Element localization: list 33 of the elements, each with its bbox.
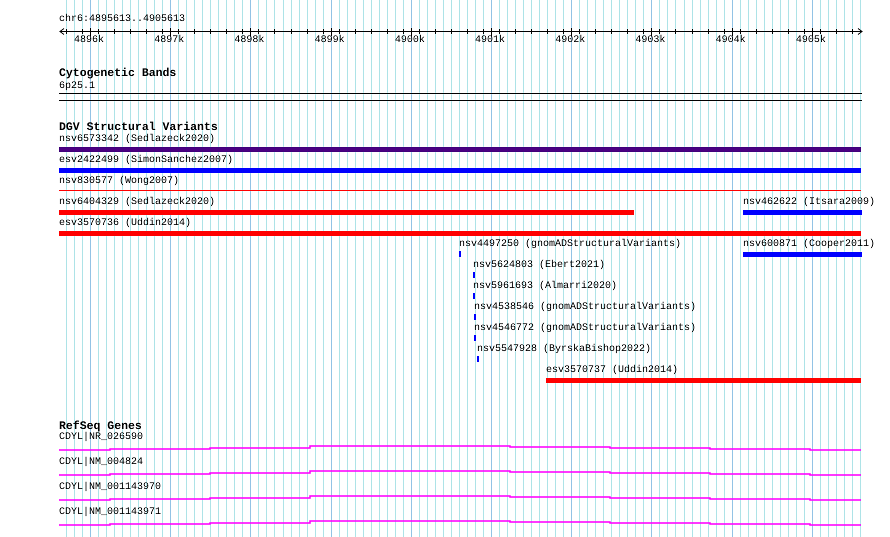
track-title: DGV Structural Variants xyxy=(59,122,218,134)
tick-label: 4901k xyxy=(475,35,506,47)
tick-label: 4900k xyxy=(394,35,425,47)
variant-label: nsv5961693 (Almarri2020) xyxy=(473,281,618,293)
band-label: 6p25.1 xyxy=(59,81,96,93)
tick-label: 4898k xyxy=(234,35,264,47)
variant-label: nsv5624803 (Ebert2021) xyxy=(473,260,606,272)
variant-label: nsv4538546 (gnomADStructuralVariants) xyxy=(474,302,696,314)
gene-label: CDYL|NM_001143971 xyxy=(59,507,162,519)
variant-label: esv2422499 (SimonSanchez2007) xyxy=(59,155,234,167)
variant-label: nsv4497250 (gnomADStructuralVariants) xyxy=(459,239,682,251)
track-title: Cytogenetic Bands xyxy=(59,68,176,80)
tick-label: 4896k xyxy=(74,35,104,47)
tick-label: 4899k xyxy=(314,35,345,47)
variant-label: nsv600871 (Cooper2011) xyxy=(743,239,876,251)
region-label: chr6:4895613..4905613 xyxy=(59,14,186,26)
variant-label: nsv6404329 (Sedlazeck2020) xyxy=(59,197,216,209)
variant-label: nsv462622 (Itsara2009) xyxy=(743,197,876,209)
variant-label: nsv830577 (Wong2007) xyxy=(59,176,180,188)
variant-label: nsv6573342 (Sedlazeck2020) xyxy=(59,134,216,146)
tick-label: 4897k xyxy=(154,35,184,47)
gene-label: CDYL|NR_026590 xyxy=(59,432,144,444)
track-title: RefSeq Genes xyxy=(59,421,142,433)
variant-label: esv3570736 (Uddin2014) xyxy=(59,218,192,230)
tick-label: 4905k xyxy=(796,35,826,47)
tick-label: 4902k xyxy=(555,35,586,47)
gene-label: CDYL|NM_001143970 xyxy=(59,482,162,494)
variant-label: nsv4546772 (gnomADStructuralVariants) xyxy=(474,323,696,335)
variant-label: nsv5547928 (ByrskaBishop2022) xyxy=(477,344,652,356)
tick-label: 4903k xyxy=(635,35,666,47)
gene-label: CDYL|NM_004824 xyxy=(59,457,144,469)
tick-label: 4904k xyxy=(716,35,746,47)
variant-label: esv3570737 (Uddin2014) xyxy=(546,365,678,377)
